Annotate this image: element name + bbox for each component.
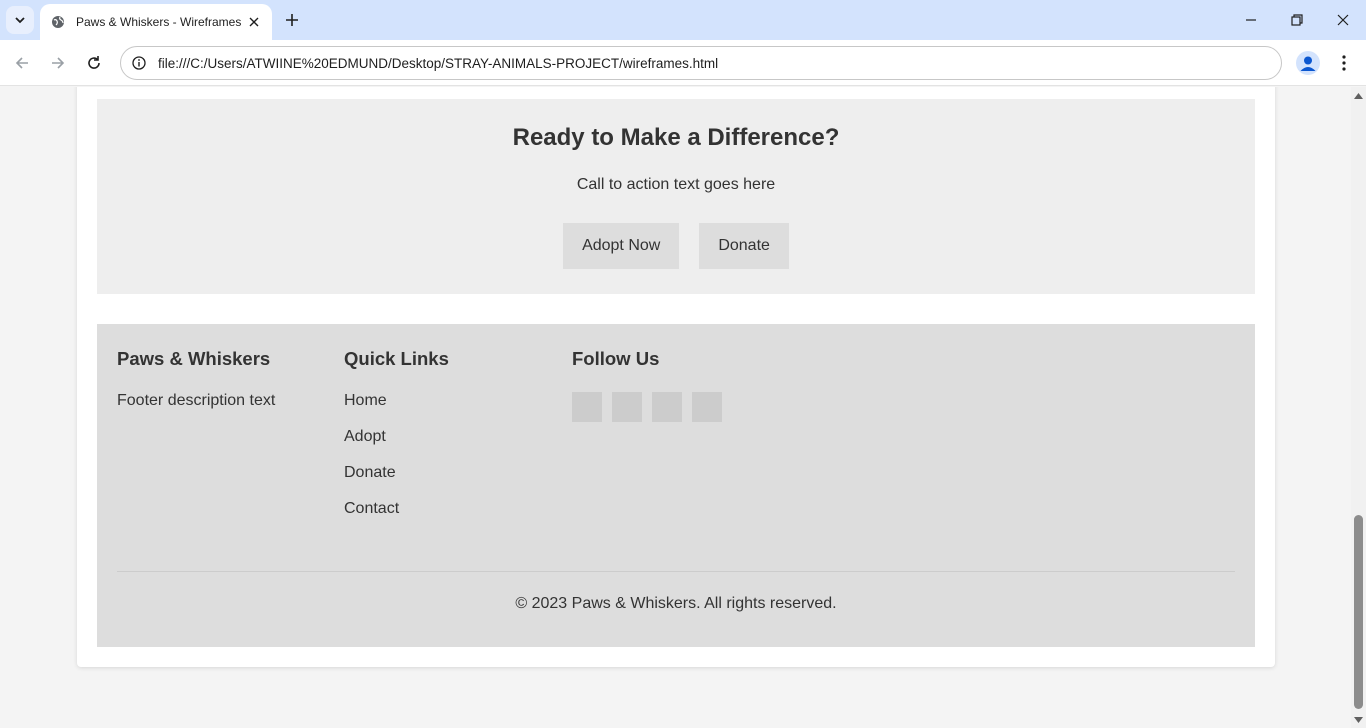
close-tab-icon[interactable] <box>246 14 262 30</box>
person-icon <box>1300 56 1316 71</box>
browser-toolbar: file:///C:/Users/ATWIINE%20EDMUND/Deskto… <box>0 40 1366 86</box>
close-icon <box>1337 14 1349 26</box>
donate-button[interactable]: Donate <box>699 223 789 269</box>
more-vertical-icon <box>1342 55 1346 71</box>
reload-icon <box>88 56 100 69</box>
restore-icon <box>1291 14 1303 26</box>
footer-link-home[interactable]: Home <box>344 392 449 428</box>
footer-link-adopt[interactable]: Adopt <box>344 428 449 464</box>
browser-tab-active[interactable]: Paws & Whiskers - Wireframes <box>40 4 272 40</box>
scroll-down-icon[interactable] <box>1354 715 1363 724</box>
site-footer: Paws & Whiskers Footer description text … <box>97 324 1255 647</box>
footer-link-donate[interactable]: Donate <box>344 464 449 500</box>
profile-button[interactable] <box>1296 51 1320 75</box>
chevron-down-icon <box>15 17 25 24</box>
footer-brand-title: Paws & Whiskers <box>117 348 271 369</box>
social-icon-1[interactable] <box>572 392 602 422</box>
quick-links-title: Quick Links <box>344 348 449 369</box>
social-icon-4[interactable] <box>692 392 722 422</box>
plus-icon <box>286 14 298 26</box>
minimize-button[interactable] <box>1228 0 1274 40</box>
new-tab-button[interactable] <box>280 8 304 32</box>
wireframe-card: Ready to Make a Difference? Call to acti… <box>77 87 1275 667</box>
scroll-up-icon[interactable] <box>1354 91 1363 100</box>
cta-buttons: Adopt Now Donate <box>97 223 1255 269</box>
footer-divider <box>117 571 1235 572</box>
social-icon-3[interactable] <box>652 392 682 422</box>
tab-title: Paws & Whiskers - Wireframes <box>76 15 242 29</box>
minimize-icon <box>1246 19 1256 21</box>
scrollbar-thumb[interactable] <box>1354 515 1363 709</box>
forward-button[interactable] <box>44 49 72 77</box>
follow-us-title: Follow Us <box>572 348 660 369</box>
page-viewport: Ready to Make a Difference? Call to acti… <box>0 87 1351 728</box>
url-text[interactable]: file:///C:/Users/ATWIINE%20EDMUND/Deskto… <box>158 56 718 71</box>
close-window-button[interactable] <box>1320 0 1366 40</box>
footer-follow-column: Follow Us <box>572 348 722 422</box>
cta-title: Ready to Make a Difference? <box>512 124 840 151</box>
restore-button[interactable] <box>1274 0 1320 40</box>
cta-section: Ready to Make a Difference? Call to acti… <box>97 99 1255 294</box>
copyright-text: © 2023 Paws & Whiskers. All rights reser… <box>515 595 837 612</box>
address-bar[interactable]: file:///C:/Users/ATWIINE%20EDMUND/Deskto… <box>120 46 1282 80</box>
footer-description: Footer description text <box>117 392 276 409</box>
footer-brand-column: Paws & Whiskers Footer description text <box>117 348 275 410</box>
info-icon[interactable] <box>131 55 147 71</box>
arrow-right-icon <box>52 57 65 69</box>
footer-link-contact[interactable]: Contact <box>344 500 449 536</box>
quick-links-list: Home Adopt Donate Contact <box>344 392 449 536</box>
browser-tab-bar: Paws & Whiskers - Wireframes <box>0 0 1366 40</box>
arrow-left-icon <box>15 57 28 69</box>
reload-button[interactable] <box>80 49 108 77</box>
browser-menu-button[interactable] <box>1332 51 1356 75</box>
social-icons <box>572 392 722 422</box>
back-button[interactable] <box>8 49 36 77</box>
cta-text: Call to action text goes here <box>576 176 776 193</box>
tab-search-button[interactable] <box>6 6 34 34</box>
globe-icon <box>50 14 66 30</box>
footer-links-column: Quick Links Home Adopt Donate Contact <box>344 348 449 536</box>
social-icon-2[interactable] <box>612 392 642 422</box>
page-scrollbar[interactable] <box>1351 87 1366 728</box>
adopt-now-button[interactable]: Adopt Now <box>563 223 680 269</box>
